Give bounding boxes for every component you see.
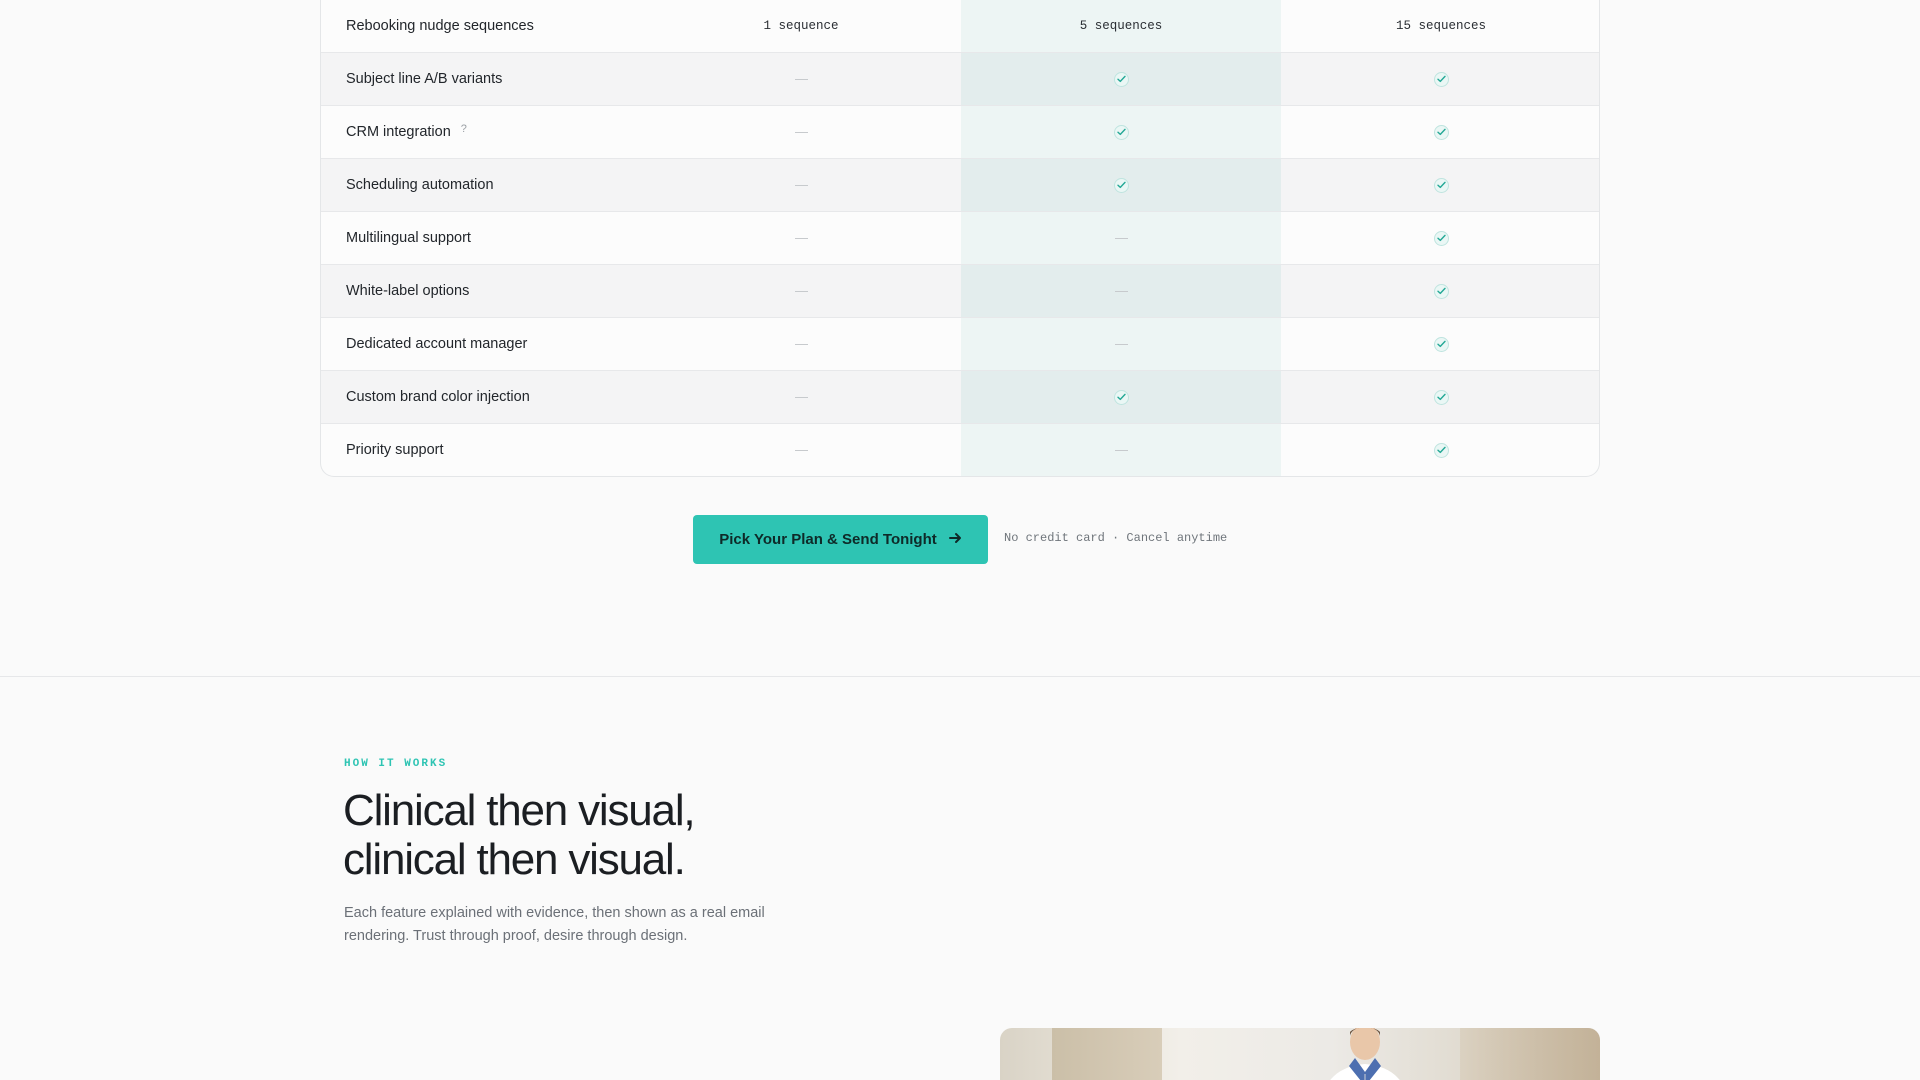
feature-name: Priority support — [321, 424, 641, 476]
feature-name: Rebooking nudge sequences — [321, 0, 641, 52]
feature-label: White-label options — [346, 283, 470, 299]
pro-plan-cell — [961, 371, 1281, 423]
dash-icon — [794, 343, 808, 345]
premium-plan-cell — [1281, 106, 1599, 158]
pro-plan-value: 5 sequences — [1079, 18, 1163, 33]
feature-label: Subject line A/B variants — [346, 71, 503, 87]
feature-label: Dedicated account manager — [346, 336, 528, 352]
check-circle-icon — [1433, 336, 1449, 352]
table-row: Scheduling automation — [321, 158, 1599, 211]
check-circle-icon — [1433, 230, 1449, 246]
email-rendering-photo — [1000, 1028, 1600, 1080]
basic-plan-cell — [641, 53, 961, 105]
premium-plan-cell — [1281, 371, 1599, 423]
basic-plan-cell — [641, 318, 961, 370]
section-eyebrow: HOW IT WORKS — [344, 758, 448, 770]
basic-plan-cell — [641, 159, 961, 211]
check-circle-icon — [1113, 389, 1129, 405]
section-description: Each feature explained with evidence, th… — [344, 905, 765, 944]
premium-plan-cell: 15 sequences — [1281, 0, 1599, 52]
premium-plan-cell — [1281, 53, 1599, 105]
dash-icon — [1114, 449, 1128, 451]
help-icon[interactable]: ? — [461, 123, 467, 135]
dash-icon — [794, 290, 808, 292]
check-circle-icon — [1113, 71, 1129, 87]
dash-icon — [794, 396, 808, 398]
check-circle-icon — [1433, 124, 1449, 140]
premium-plan-cell — [1281, 212, 1599, 264]
basic-plan-cell — [641, 371, 961, 423]
check-circle-icon — [1433, 177, 1449, 193]
pro-plan-cell — [961, 53, 1281, 105]
pick-plan-button[interactable]: Pick Your Plan & Send Tonight — [693, 515, 988, 564]
dash-icon — [794, 184, 808, 186]
feature-label: Multilingual support — [346, 230, 471, 246]
basic-plan-cell — [641, 106, 961, 158]
table-row: Priority support — [321, 423, 1599, 476]
plan-comparison-table: Rebooking nudge sequences 1 sequence 5 seq… — [320, 0, 1600, 477]
dash-icon — [794, 131, 808, 133]
feature-name: Dedicated account manager — [321, 318, 641, 370]
headline-line-1: Clinical then visual, — [343, 786, 696, 835]
feature-name: Scheduling automation — [321, 159, 641, 211]
arrow-right-icon — [948, 531, 962, 548]
person-figure — [1330, 1028, 1400, 1080]
feature-label: Priority support — [346, 442, 444, 458]
premium-plan-value: 15 sequences — [1395, 18, 1486, 33]
dash-icon — [794, 78, 808, 80]
table-row: Rebooking nudge sequences 1 sequence 5 seq… — [321, 0, 1599, 52]
feature-name: White-label options — [321, 265, 641, 317]
premium-plan-cell — [1281, 265, 1599, 317]
pro-plan-cell: 5 sequences — [961, 0, 1281, 52]
check-circle-icon — [1433, 283, 1449, 299]
feature-name: Subject line A/B variants — [321, 53, 641, 105]
dash-icon — [794, 449, 808, 451]
pro-plan-cell — [961, 265, 1281, 317]
table-row: Dedicated account manager — [321, 317, 1599, 370]
feature-label: Scheduling automation — [346, 177, 494, 193]
page: Rebooking nudge sequences 1 sequence 5 seq… — [0, 0, 1920, 1080]
premium-plan-cell — [1281, 424, 1599, 476]
basic-plan-value: 1 sequence — [763, 18, 839, 33]
check-circle-icon — [1433, 71, 1449, 87]
check-circle-icon — [1113, 124, 1129, 140]
feature-label: CRM integration — [346, 124, 451, 140]
feature-name: CRM integration? — [321, 106, 641, 158]
section-headline: Clinical then visual, clinical then visu… — [343, 786, 863, 884]
basic-plan-cell — [641, 424, 961, 476]
table-row: Multilingual support — [321, 211, 1599, 264]
feature-name: Multilingual support — [321, 212, 641, 264]
cta-note: No credit card · Cancel anytime — [1004, 531, 1228, 545]
feature-label: Rebooking nudge sequences — [346, 17, 534, 34]
premium-plan-cell — [1281, 159, 1599, 211]
basic-plan-cell — [641, 212, 961, 264]
pro-plan-cell — [961, 212, 1281, 264]
table-row: White-label options — [321, 264, 1599, 317]
basic-plan-cell — [641, 265, 961, 317]
pick-plan-button-label: Pick Your Plan & Send Tonight — [719, 531, 937, 548]
dash-icon — [794, 237, 808, 239]
premium-plan-cell — [1281, 318, 1599, 370]
table-row: CRM integration? — [321, 105, 1599, 158]
pro-plan-cell — [961, 106, 1281, 158]
check-circle-icon — [1433, 442, 1449, 458]
pro-plan-cell — [961, 159, 1281, 211]
section-divider — [0, 676, 1920, 677]
pro-plan-cell — [961, 318, 1281, 370]
check-circle-icon — [1113, 177, 1129, 193]
dash-icon — [1114, 343, 1128, 345]
headline-line-2: clinical then visual. — [343, 835, 686, 884]
basic-plan-cell: 1 sequence — [641, 0, 961, 52]
table-row: Subject line A/B variants — [321, 52, 1599, 105]
dash-icon — [1114, 237, 1128, 239]
pro-plan-cell — [961, 424, 1281, 476]
table-row: Custom brand color injection — [321, 370, 1599, 423]
feature-label: Custom brand color injection — [346, 389, 530, 405]
dash-icon — [1114, 290, 1128, 292]
feature-name: Custom brand color injection — [321, 371, 641, 423]
check-circle-icon — [1433, 389, 1449, 405]
